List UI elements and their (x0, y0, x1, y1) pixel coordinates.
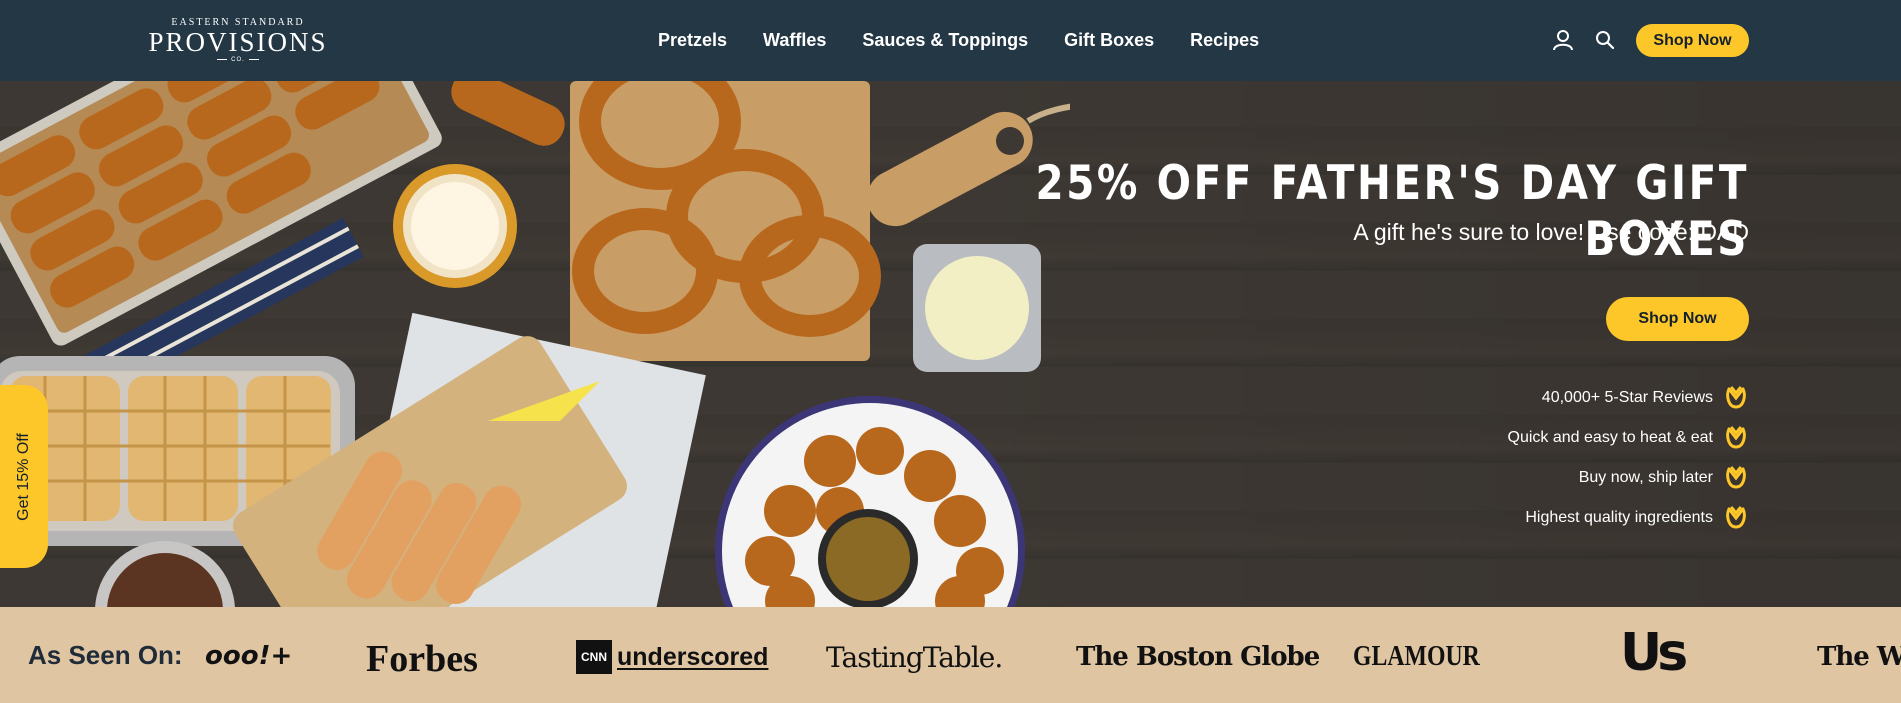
nav-item-waffles[interactable]: Waffles (763, 30, 826, 51)
nav-item-recipes[interactable]: Recipes (1190, 30, 1259, 51)
main-nav: Pretzels Waffles Sauces & Toppings Gift … (658, 0, 1295, 81)
feature-label: Buy now, ship later (1578, 469, 1713, 486)
hero-banner: 25% OFF FATHER'S DAY GIFT BOXES A gift h… (0, 81, 1901, 607)
glamour-logo: GLAMOUR (1353, 640, 1480, 672)
press-bar: As Seen On: ooo!+ Forbes CNN underscored… (0, 607, 1901, 703)
header-shop-now-button[interactable]: Shop Now (1636, 24, 1749, 57)
feature-label: 40,000+ 5-Star Reviews (1541, 389, 1713, 406)
pretzel-icon (1726, 506, 1746, 529)
discount-side-tab-label: Get 15% Off (15, 433, 32, 521)
feature-item: Quick and easy to heat & eat (1249, 418, 1749, 458)
site-header: EASTERN STANDARD PROVISIONS CO. Pretzels… (0, 0, 1901, 81)
nav-item-pretzels[interactable]: Pretzels (658, 30, 727, 51)
promo-title: 25% OFF FATHER'S DAY GIFT BOXES (1035, 156, 1749, 267)
boston-globe-logo: The Boston Globe (1076, 642, 1320, 672)
feature-item: Buy now, ship later (1249, 458, 1749, 498)
hero-food-image (0, 81, 1070, 607)
pretzel-icon (1726, 426, 1746, 449)
feature-item: 40,000+ 5-Star Reviews (1249, 378, 1749, 418)
logo-main-text: PROVISIONS (148, 27, 328, 57)
hero-shop-now-button[interactable]: Shop Now (1606, 297, 1749, 341)
feature-item: Highest quality ingredients (1249, 498, 1749, 538)
promo-subtitle: A gift he's sure to love! Use code: DAD (1353, 219, 1749, 245)
discount-side-tab[interactable]: Get 15% Off (0, 385, 48, 568)
press-label: As Seen On: (28, 640, 183, 670)
user-icon[interactable] (1552, 29, 1574, 51)
brand-logo[interactable]: EASTERN STANDARD PROVISIONS CO. (148, 17, 328, 64)
cnn-badge: CNN (576, 640, 612, 674)
yahoo-logo: ooo!+ (205, 641, 293, 671)
us-weekly-logo: Us (1620, 623, 1688, 683)
tasting-table-logo: TastingTable. (826, 641, 1003, 674)
search-icon[interactable] (1595, 30, 1615, 50)
nav-item-sauces-toppings[interactable]: Sauces & Toppings (862, 30, 1028, 51)
feature-label: Highest quality ingredients (1525, 509, 1713, 526)
cnn-underscored-text: underscored (617, 642, 769, 671)
pretzel-icon (1726, 466, 1746, 489)
cnn-underscored-logo: CNN underscored (576, 640, 768, 674)
logo-co-text: CO. (148, 56, 328, 64)
feature-list: 40,000+ 5-Star Reviews Quick and easy to… (1249, 378, 1749, 538)
washington-post-logo: The Wash (1817, 642, 1901, 672)
feature-label: Quick and easy to heat & eat (1507, 429, 1713, 446)
pretzel-icon (1726, 386, 1746, 409)
nav-item-gift-boxes[interactable]: Gift Boxes (1064, 30, 1154, 51)
forbes-logo: Forbes (366, 638, 478, 680)
